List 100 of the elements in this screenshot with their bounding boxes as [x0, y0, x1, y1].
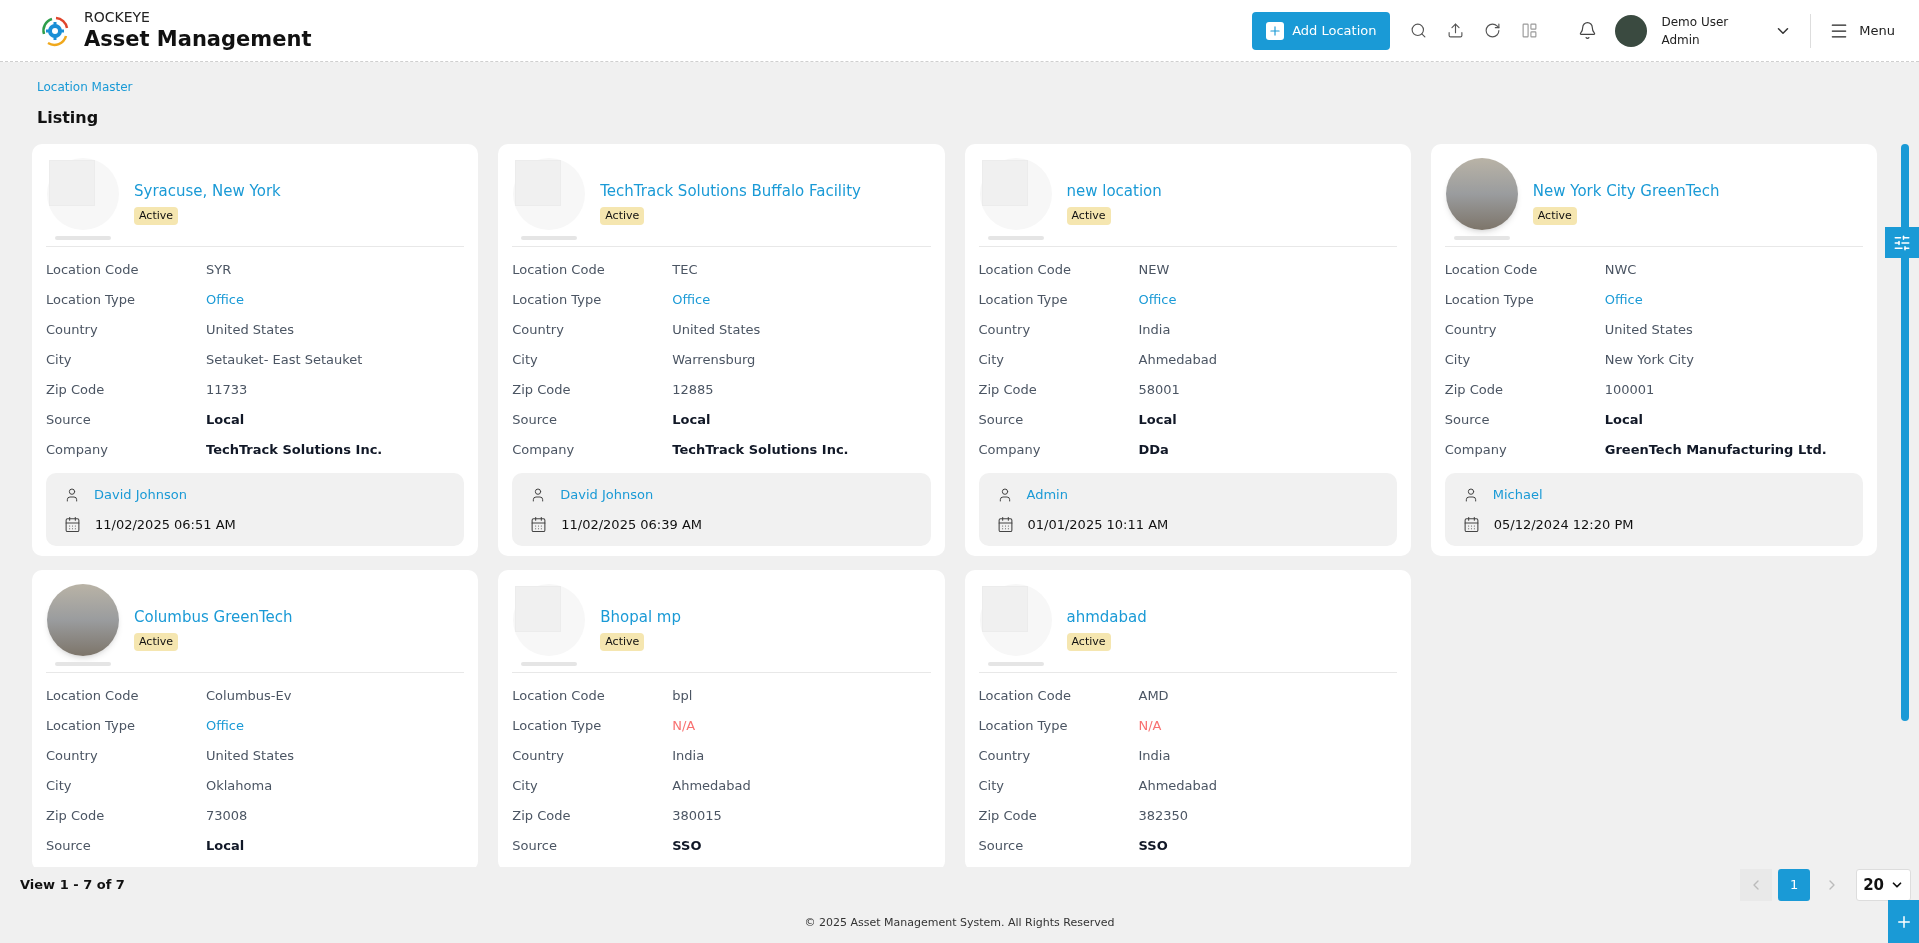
created-by-user[interactable]: Michael	[1492, 485, 1543, 505]
status-badge: Active	[600, 632, 645, 651]
field-value[interactable]: Office	[672, 290, 711, 310]
location-name[interactable]: Bhopal mp	[600, 606, 681, 629]
field-value: Ahmedabad	[1138, 777, 1217, 796]
field-value: India	[1138, 321, 1171, 340]
page-size-select[interactable]: 20	[1856, 869, 1911, 901]
field-label: Source	[46, 837, 92, 856]
field-value: 380015	[672, 807, 722, 826]
field-label: Location Code	[512, 687, 606, 706]
field-value: Setauket- East Setauket	[206, 351, 363, 370]
field-label: Zip Code	[46, 807, 106, 826]
add-location-button[interactable]: Add Location	[1252, 11, 1391, 50]
field-label: Country	[512, 747, 565, 766]
field-value[interactable]: Office	[1138, 290, 1177, 310]
user-role: Admin	[1661, 31, 1701, 49]
field-label: Source	[978, 411, 1025, 430]
field-value: SSO	[672, 837, 702, 856]
field-label: Country	[512, 321, 565, 340]
field-label: Location Code	[978, 261, 1072, 280]
created-datetime: 11/02/2025 06:51 AM	[95, 515, 236, 534]
user-name: Demo User	[1661, 13, 1729, 31]
calendar-icon	[1462, 515, 1480, 533]
field-value: 11733	[206, 381, 248, 400]
page-button[interactable]: 1	[1778, 869, 1811, 901]
field-value: NEW	[1138, 261, 1170, 280]
field-label: Source	[512, 411, 558, 430]
status-badge: Active	[134, 632, 179, 651]
field-value: bpl	[672, 687, 693, 706]
field-value: AMD	[1138, 687, 1169, 706]
menu-button[interactable]: Menu	[1829, 20, 1895, 41]
filter-button[interactable]	[1885, 227, 1919, 258]
user-icon	[64, 486, 80, 503]
field-label: Company	[512, 441, 576, 460]
created-datetime: 11/02/2025 06:39 AM	[561, 515, 702, 534]
field-label: Source	[46, 411, 92, 430]
location-name[interactable]: New York City GreenTech	[1532, 180, 1720, 203]
page-title: Listing	[37, 107, 100, 129]
created-by-user[interactable]: Admin	[1026, 485, 1068, 505]
field-value: NWC	[1604, 261, 1637, 280]
field-value: TechTrack Solutions Inc.	[206, 441, 383, 460]
location-name[interactable]: Columbus GreenTech	[134, 606, 293, 629]
field-label: Location Code	[512, 261, 606, 280]
field-value[interactable]: Office	[206, 716, 244, 736]
field-label: Location Code	[978, 687, 1072, 706]
field-label: Location Code	[46, 261, 140, 280]
field-label: Location Code	[46, 687, 140, 706]
field-value: SYR	[206, 261, 232, 280]
field-value: TEC	[672, 261, 698, 280]
calendar-icon	[996, 515, 1014, 533]
field-label: Country	[46, 321, 99, 340]
location-name[interactable]: new location	[1066, 180, 1162, 203]
upload-icon[interactable]	[1447, 22, 1465, 39]
field-value: India	[672, 747, 705, 766]
field-value[interactable]: Office	[1604, 290, 1643, 310]
field-label: Zip Code	[1444, 381, 1504, 400]
avatar[interactable]	[1615, 14, 1648, 47]
field-value: Local	[672, 411, 711, 430]
plus-icon	[1266, 21, 1285, 40]
field-value: Local	[1138, 411, 1177, 430]
created-datetime: 05/12/2024 12:20 PM	[1493, 515, 1634, 534]
scrollbar-thumb[interactable]	[1901, 144, 1909, 721]
field-value: United States	[1604, 321, 1693, 340]
field-label: Source	[512, 837, 558, 856]
field-label: City	[978, 777, 1005, 796]
location-name[interactable]: TechTrack Solutions Buffalo Facility	[600, 180, 861, 203]
pagination-summary: View 1 - 7 of 7	[20, 876, 125, 895]
brand-company: ROCKEYE	[84, 8, 151, 27]
location-name[interactable]: Syracuse, New York	[134, 180, 281, 203]
field-label: Country	[978, 321, 1032, 340]
field-label: Location Type	[978, 717, 1069, 736]
field-label: Zip Code	[512, 807, 572, 826]
field-value: United States	[206, 747, 295, 766]
status-badge: Active	[1066, 206, 1111, 225]
field-label: Source	[1444, 411, 1491, 430]
field-value: Ahmedabad	[672, 777, 751, 796]
field-value: United States	[206, 321, 295, 340]
created-by-user[interactable]: David Johnson	[94, 485, 187, 505]
breadcrumb-link[interactable]: Location Master	[37, 78, 1919, 96]
search-icon[interactable]	[1410, 22, 1428, 39]
field-label: Zip Code	[512, 381, 572, 400]
field-value: 58001	[1138, 381, 1180, 400]
status-badge: Active	[134, 206, 179, 225]
field-value[interactable]: Office	[206, 290, 244, 310]
field-label: City	[46, 777, 73, 796]
created-by-user[interactable]: David Johnson	[560, 485, 654, 505]
location-name[interactable]: ahmdabad	[1066, 606, 1147, 629]
field-label: City	[512, 777, 539, 796]
field-label: Zip Code	[978, 807, 1038, 826]
field-label: City	[512, 351, 539, 370]
field-label: Location Type	[512, 291, 603, 310]
refresh-icon[interactable]	[1484, 22, 1502, 39]
notification-bell-icon[interactable]	[1578, 21, 1598, 40]
field-value: United States	[672, 321, 761, 340]
field-label: Location Type	[1444, 291, 1535, 310]
status-badge: Active	[600, 206, 645, 225]
field-label: Company	[978, 441, 1042, 460]
field-value: Ahmedabad	[1138, 351, 1217, 370]
field-value: SSO	[1138, 837, 1168, 856]
field-value: Local	[206, 837, 245, 856]
